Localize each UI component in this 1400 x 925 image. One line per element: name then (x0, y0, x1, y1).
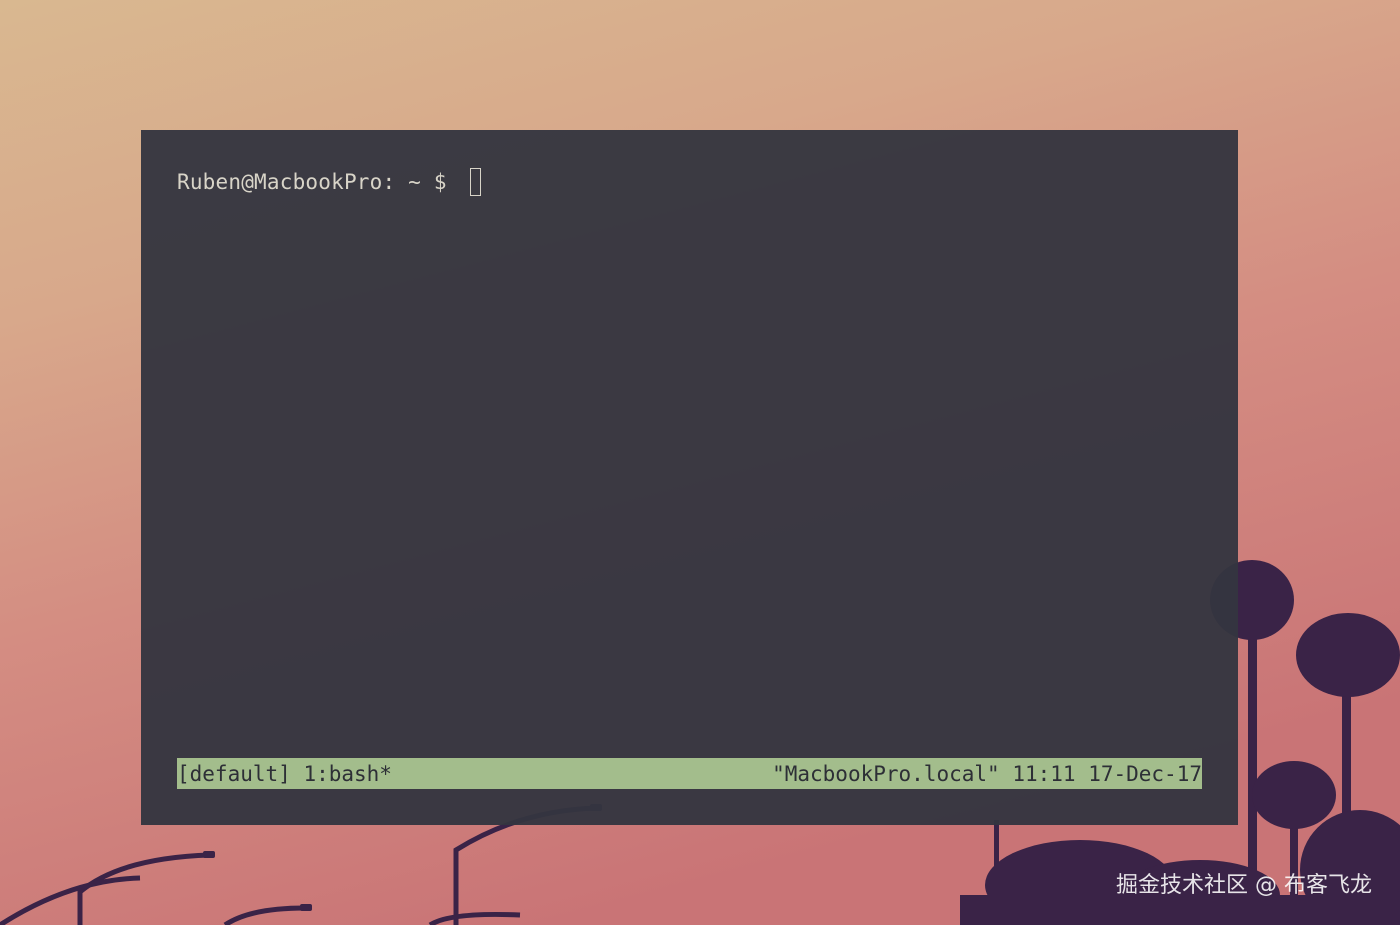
shell-prompt-line[interactable]: Ruben@MacbookPro: ~ $ (177, 168, 481, 196)
shell-prompt: Ruben@MacbookPro: ~ $ (177, 170, 460, 194)
status-spacer (291, 762, 304, 786)
watermark-text: 掘金技术社区 @ 布客飞龙 (1116, 873, 1372, 898)
session-name: [default] (177, 761, 291, 786)
window-tab-bash[interactable]: 1:bash* (303, 762, 392, 786)
terminal-window[interactable]: Ruben@MacbookPro: ~ $ [default] 1:bash* … (141, 130, 1238, 825)
tmux-status-bar: [default] 1:bash* "MacbookPro.local" 11:… (177, 758, 1202, 789)
hostname: "MacbookPro.local" (772, 761, 1000, 786)
status-bar-right: "MacbookPro.local" 11:11 17-Dec-17 (772, 762, 1202, 786)
text-cursor (469, 168, 481, 196)
clock-time: 11:11 (1012, 761, 1076, 786)
status-bar-left: [default] 1:bash* (177, 762, 392, 786)
status-spacer (1000, 762, 1013, 786)
status-spacer (1076, 762, 1089, 786)
clock-date: 17-Dec-17 (1088, 761, 1202, 786)
